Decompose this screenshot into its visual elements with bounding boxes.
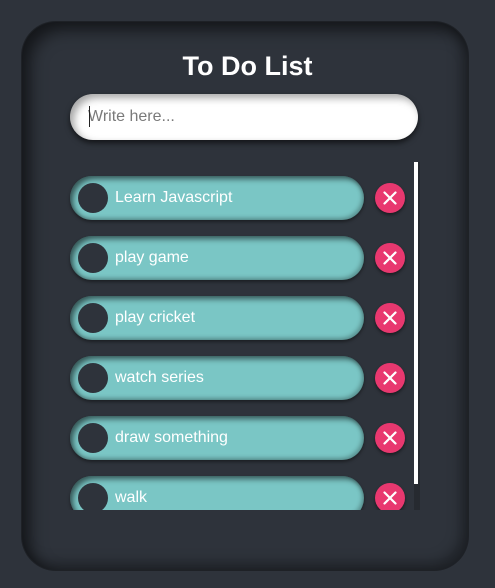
todo-item[interactable]: walk [70, 476, 364, 510]
scrollbar-thumb[interactable] [414, 162, 418, 484]
delete-button[interactable] [375, 303, 405, 333]
checkbox-icon[interactable] [78, 243, 108, 273]
todo-item-label: play cricket [115, 309, 196, 326]
todo-input[interactable] [70, 94, 418, 140]
close-icon [383, 311, 397, 325]
checkbox-icon[interactable] [78, 363, 108, 393]
todo-item-label: Learn Javascript [115, 189, 233, 206]
todo-item-label: draw something [115, 429, 228, 446]
scrollbar[interactable] [414, 162, 420, 510]
close-icon [383, 191, 397, 205]
checkbox-icon[interactable] [78, 303, 108, 333]
todo-item[interactable]: Learn Javascript [70, 176, 364, 220]
page-title: To Do List [182, 51, 313, 81]
checkbox-icon[interactable] [78, 183, 108, 213]
todo-item[interactable]: play cricket [70, 296, 364, 340]
close-icon [383, 491, 397, 505]
delete-button[interactable] [375, 183, 405, 213]
todo-list: Learn Javascript play game play cricket … [60, 162, 410, 510]
close-icon [383, 251, 397, 265]
delete-button[interactable] [375, 243, 405, 273]
todo-item-label: play game [115, 249, 189, 266]
todo-item-label: watch series [115, 369, 204, 386]
close-icon [383, 371, 397, 385]
todo-item[interactable]: watch series [70, 356, 364, 400]
checkbox-icon[interactable] [78, 423, 108, 453]
delete-button[interactable] [375, 423, 405, 453]
text-caret [89, 106, 90, 127]
todo-item-label: walk [115, 489, 148, 506]
todo-item[interactable]: play game [70, 236, 364, 280]
checkbox-icon[interactable] [78, 483, 108, 510]
close-icon [383, 431, 397, 445]
delete-button[interactable] [375, 483, 405, 510]
delete-button[interactable] [375, 363, 405, 393]
todo-item[interactable]: draw something [70, 416, 364, 460]
